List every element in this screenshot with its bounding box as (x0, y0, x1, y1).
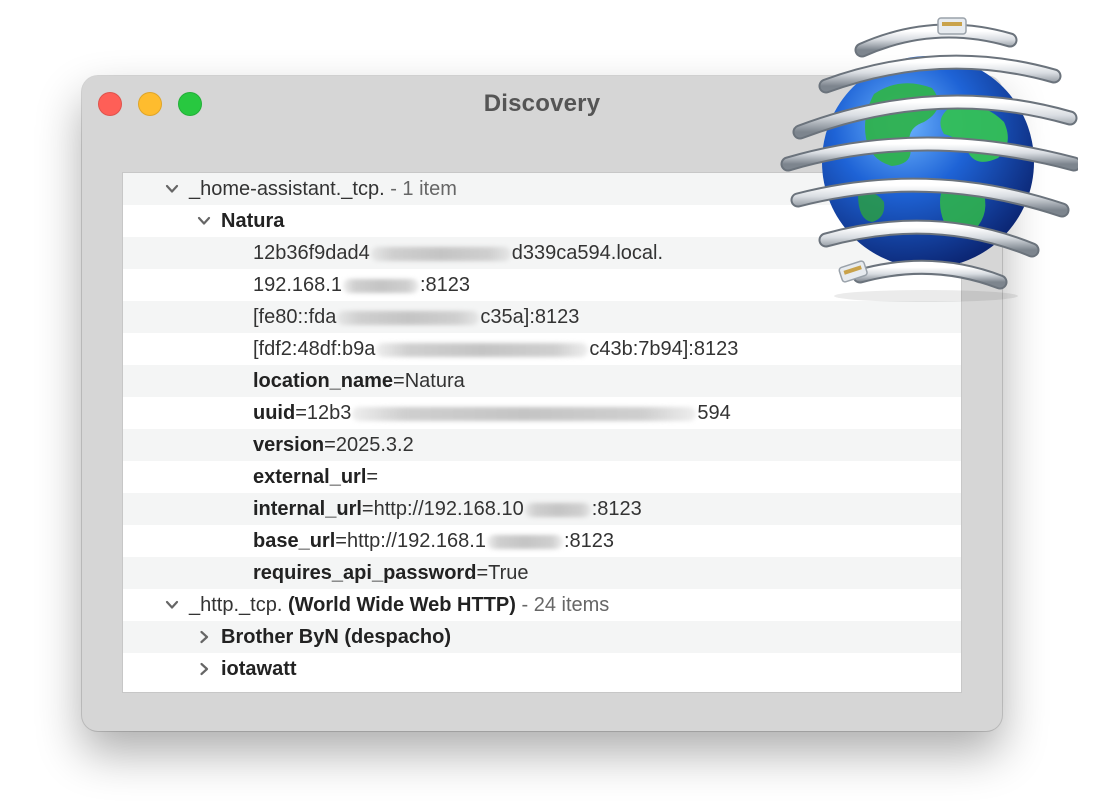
globe-ethernet-cable-icon (774, 14, 1082, 304)
service-row-http[interactable]: _http._tcp. (World Wide Web HTTP) - 24 i… (123, 589, 961, 621)
txt-record-text: base_url=http://192.168.1:8123 (253, 530, 615, 552)
chevron-right-icon[interactable] (197, 630, 211, 644)
txt-record-internal-url: internal_url=http://192.168.10:8123 (123, 493, 961, 525)
hostname-text: 12b36f9dad4 d339ca594.local. (253, 242, 664, 264)
txt-record-text: internal_url=http://192.168.10:8123 (253, 498, 642, 520)
service-row-text: _home-assistant._tcp. - 1 item (189, 178, 457, 200)
device-name: Brother ByN (despacho) (221, 626, 452, 648)
redacted-blur (352, 406, 697, 421)
device-name: iotawatt (221, 658, 297, 680)
txt-record-location-name: location_name=Natura (123, 365, 961, 397)
txt-record-uuid: uuid=12b3 594 (123, 397, 961, 429)
redacted-blur (342, 278, 419, 293)
ipv6-link-local-text: [fe80::fda c35a]:8123 (253, 306, 580, 328)
device-name: Natura (221, 210, 285, 232)
txt-record-text: version=2025.3.2 (253, 434, 414, 456)
txt-record-external-url: external_url= (123, 461, 961, 493)
redacted-blur (370, 246, 511, 261)
ipv6-ula-row: [fdf2:48df:b9a c43b:7b94]:8123 (123, 333, 961, 365)
device-row-brother[interactable]: Brother ByN (despacho) (123, 621, 961, 653)
redacted-blur (524, 502, 591, 517)
chevron-down-icon[interactable] (165, 598, 179, 612)
ipv4-address-text: 192.168.1:8123 (253, 274, 471, 296)
txt-record-requires-api-password: requires_api_password=True (123, 557, 961, 589)
txt-record-text: requires_api_password=True (253, 562, 529, 584)
chevron-down-icon[interactable] (197, 214, 211, 228)
ipv6-ula-text: [fdf2:48df:b9a c43b:7b94]:8123 (253, 338, 739, 360)
redacted-blur (376, 342, 589, 357)
service-row-text: _http._tcp. (World Wide Web HTTP) - 24 i… (189, 594, 610, 616)
txt-record-base-url: base_url=http://192.168.1:8123 (123, 525, 961, 557)
device-row-iotawatt[interactable]: iotawatt (123, 653, 961, 685)
redacted-blur (486, 534, 563, 549)
chevron-down-icon[interactable] (165, 182, 179, 196)
txt-record-text: uuid=12b3 594 (253, 402, 731, 424)
txt-record-version: version=2025.3.2 (123, 429, 961, 461)
chevron-right-icon[interactable] (197, 662, 211, 676)
txt-record-text: location_name=Natura (253, 370, 465, 392)
txt-record-text: external_url= (253, 466, 379, 488)
redacted-blur (337, 310, 480, 325)
ipv6-link-local-row: [fe80::fda c35a]:8123 (123, 301, 961, 333)
